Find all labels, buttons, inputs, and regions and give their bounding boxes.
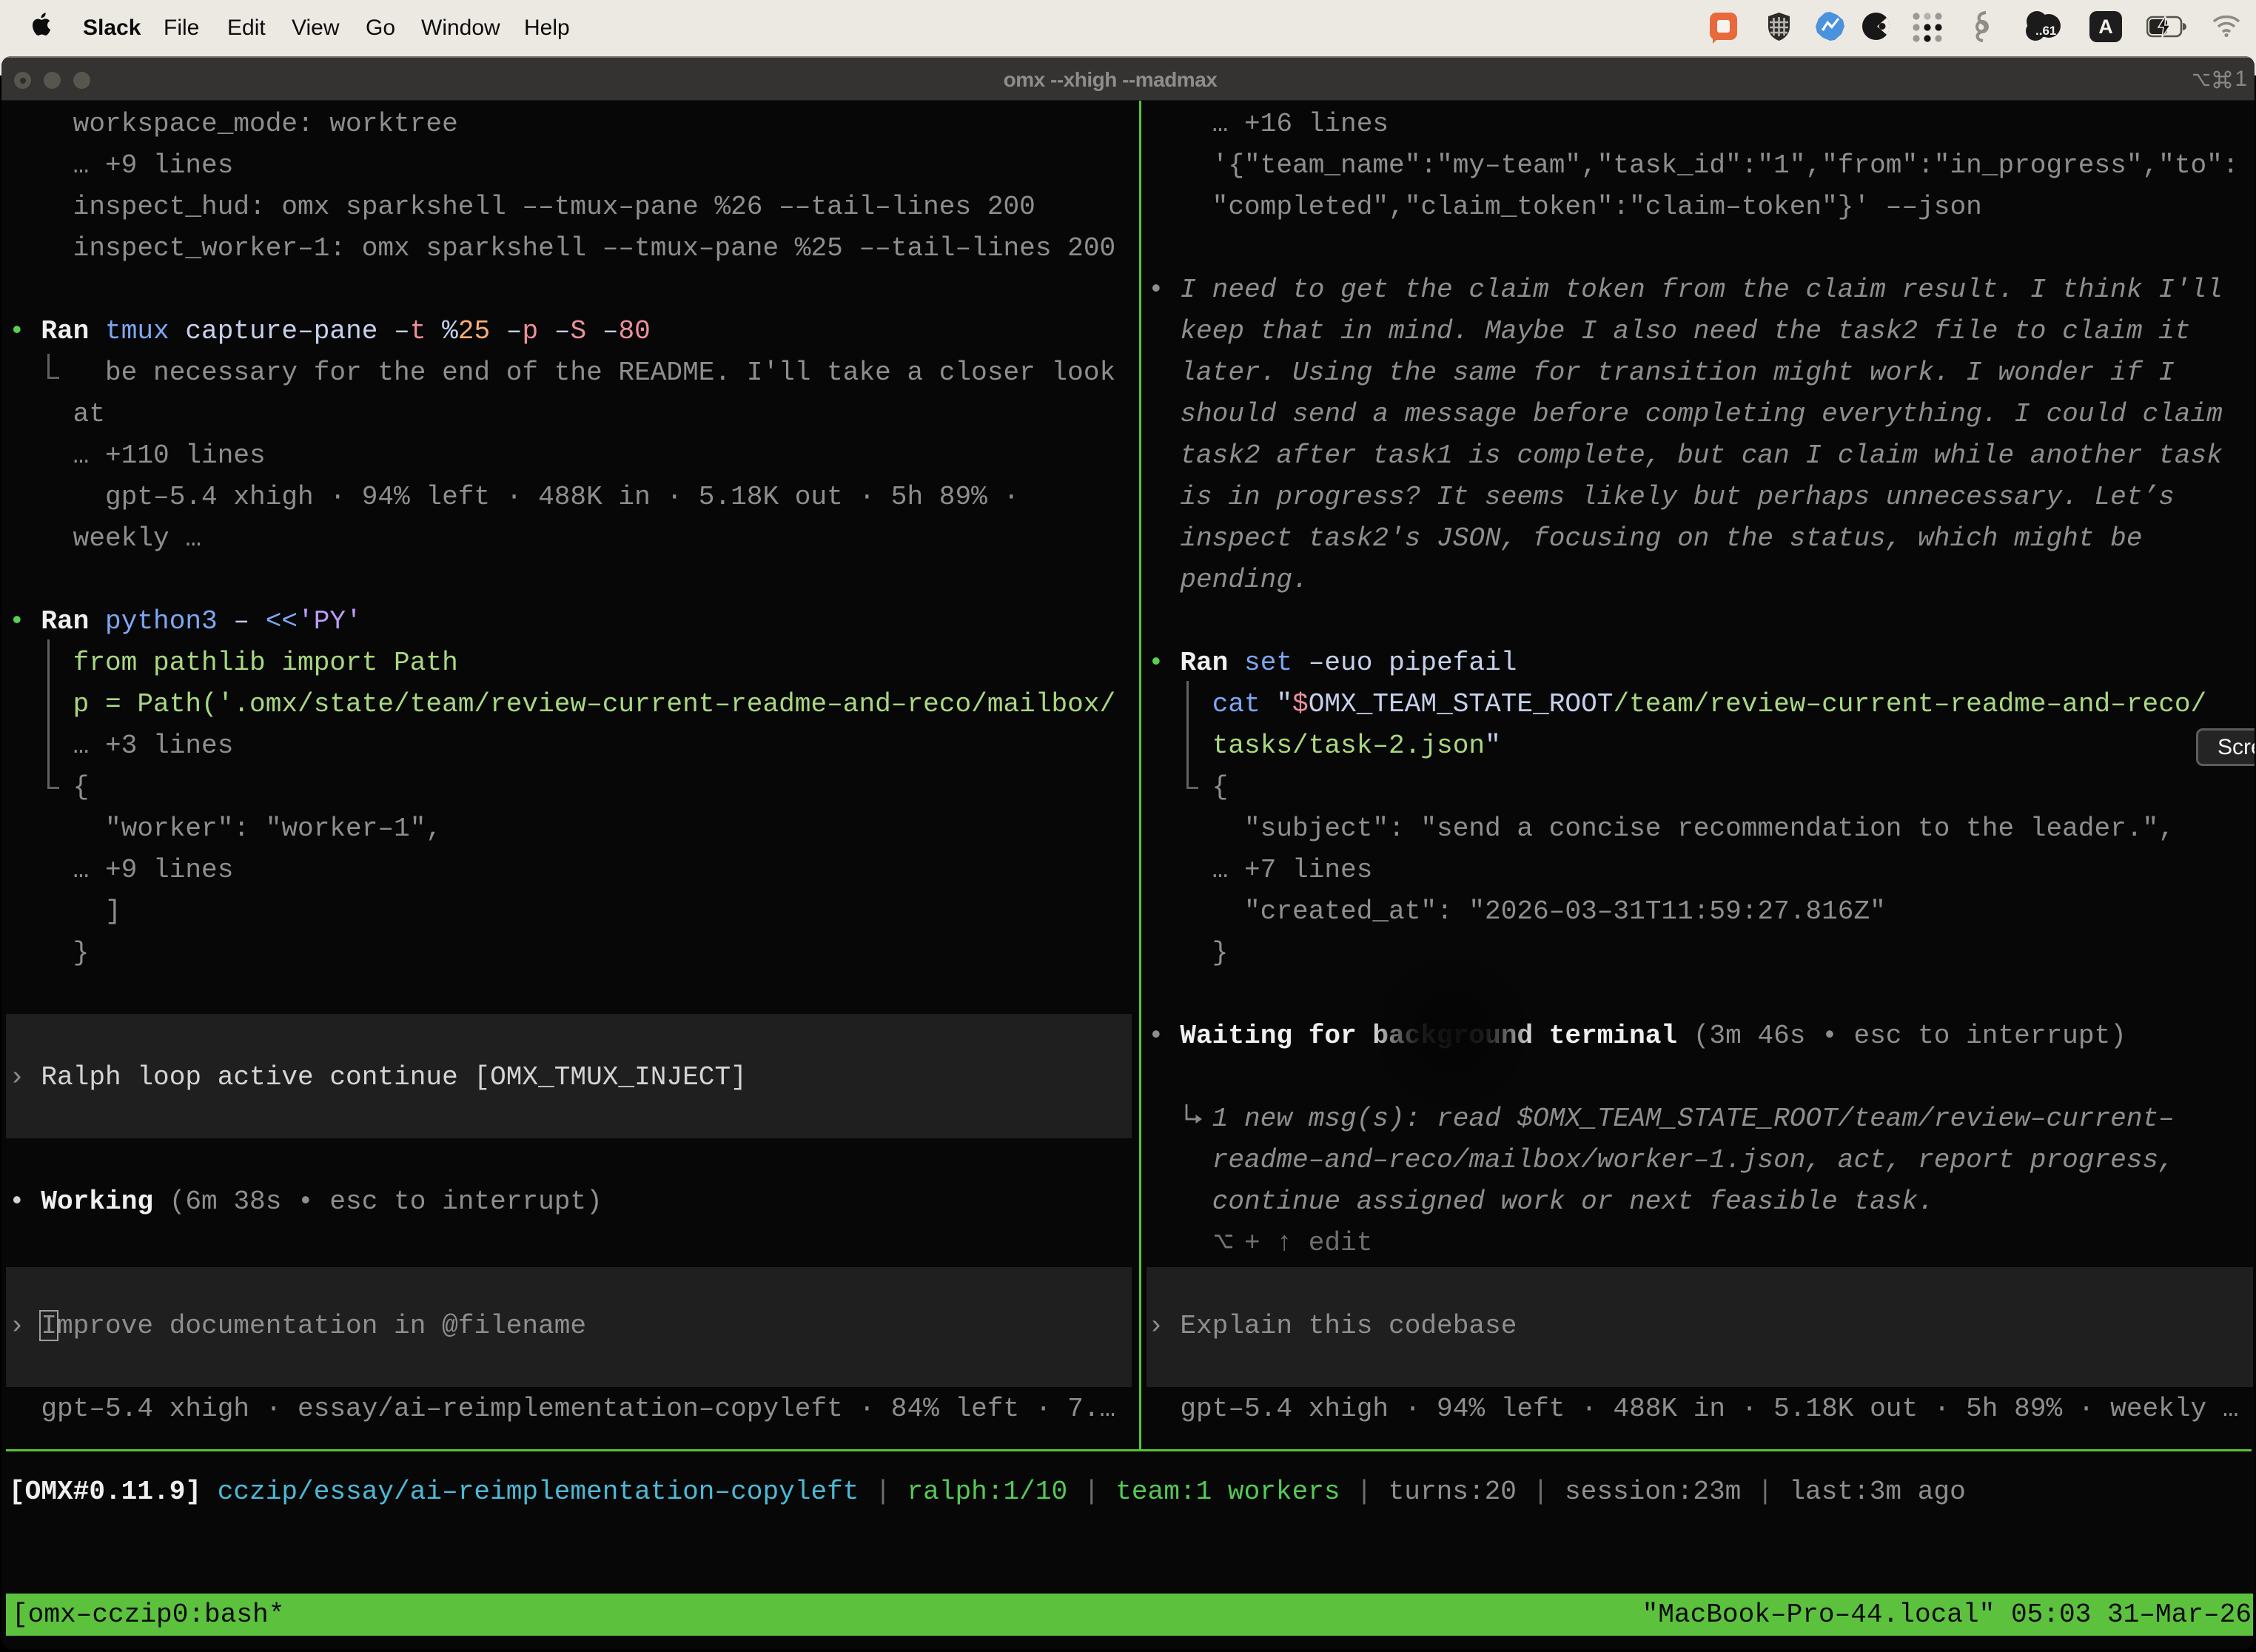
svg-text:..61: ..61 <box>2035 24 2056 38</box>
